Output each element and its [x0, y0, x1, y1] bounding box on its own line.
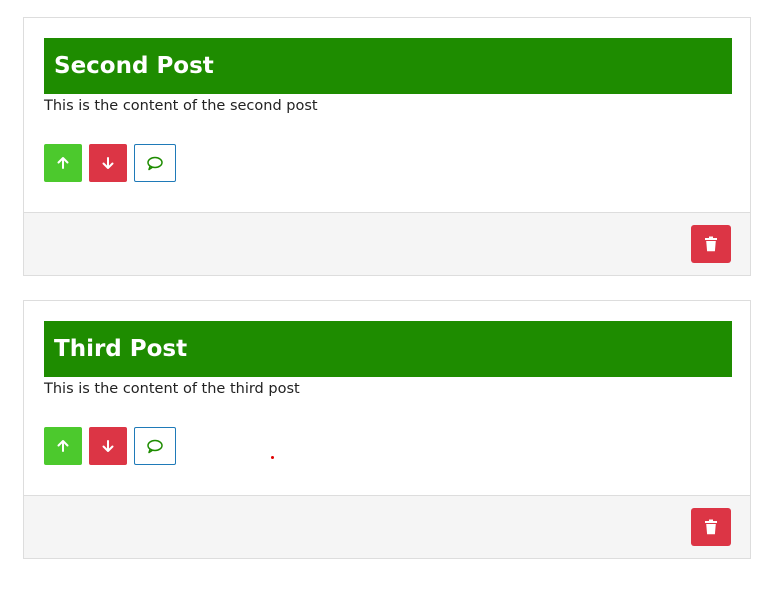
post-title: Second Post	[44, 38, 732, 94]
arrow-down-icon	[102, 440, 114, 452]
post-body: Second Post This is the content of the s…	[24, 18, 750, 213]
arrow-up-icon	[57, 440, 69, 452]
post-card: Third Post This is the content of the th…	[23, 300, 751, 559]
post-body: Third Post This is the content of the th…	[24, 301, 750, 496]
trash-icon	[705, 519, 717, 535]
post-content: This is the content of the second post	[44, 98, 318, 114]
cursor-dot	[271, 456, 274, 459]
post-footer	[24, 496, 750, 558]
post-card: Second Post This is the content of the s…	[23, 17, 751, 276]
post-title: Third Post	[44, 321, 732, 377]
delete-button[interactable]	[691, 508, 731, 546]
comment-button[interactable]	[134, 427, 176, 465]
arrow-up-icon	[57, 157, 69, 169]
arrow-down-icon	[102, 157, 114, 169]
downvote-button[interactable]	[89, 144, 127, 182]
post-content: This is the content of the third post	[44, 381, 300, 397]
speech-bubble-icon	[147, 156, 163, 171]
trash-icon	[705, 236, 717, 252]
downvote-button[interactable]	[89, 427, 127, 465]
comment-button[interactable]	[134, 144, 176, 182]
upvote-button[interactable]	[44, 144, 82, 182]
upvote-button[interactable]	[44, 427, 82, 465]
post-footer	[24, 213, 750, 275]
delete-button[interactable]	[691, 225, 731, 263]
speech-bubble-icon	[147, 439, 163, 454]
